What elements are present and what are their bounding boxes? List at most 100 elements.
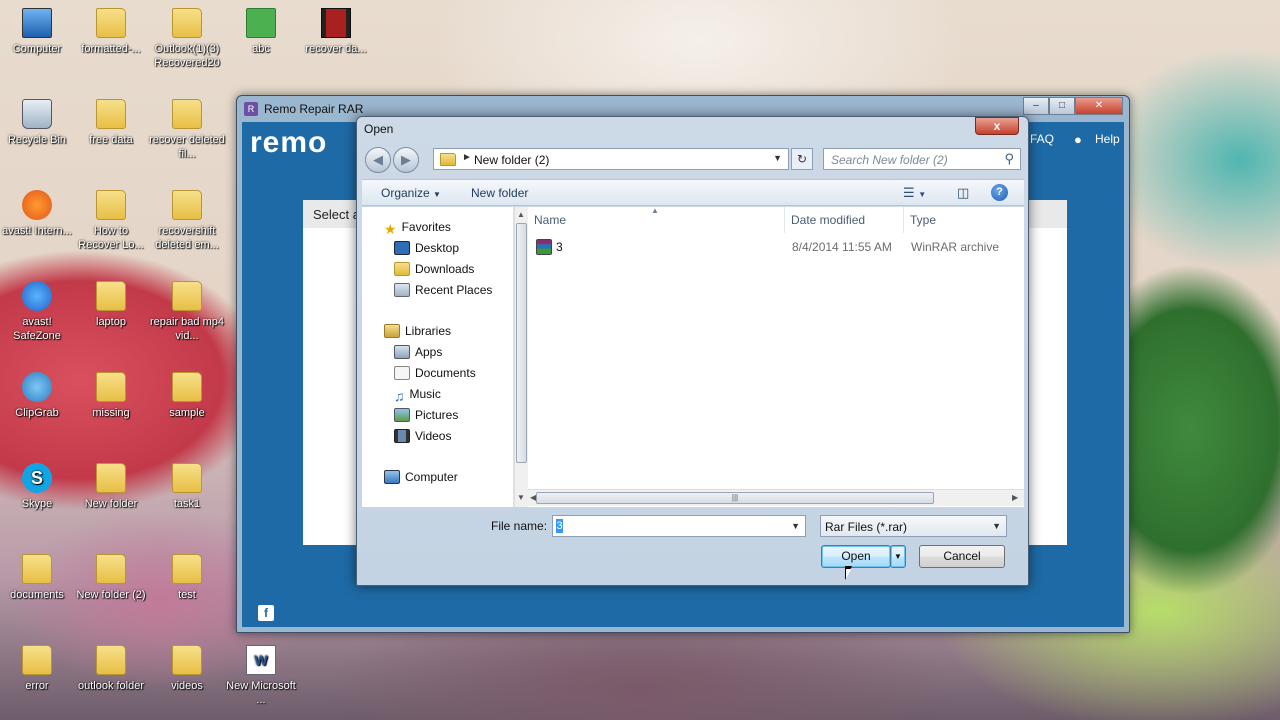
desktop-icon-archive[interactable]: test <box>148 554 226 602</box>
desktop-icon-archive[interactable]: recovershift deleted em... <box>148 190 226 252</box>
zip-folder-icon <box>172 281 202 311</box>
desktop-icon-label: recover da... <box>305 43 367 55</box>
desktop-icon-archive[interactable]: repair bad mp4 vid... <box>148 281 226 343</box>
scroll-down-icon[interactable]: ▼ <box>517 493 525 502</box>
nav-computer[interactable]: Computer <box>384 468 458 486</box>
nav-downloads[interactable]: Downloads <box>394 260 474 278</box>
dialog-title: Open <box>364 122 394 136</box>
desktop-icon-folder[interactable]: formatted-... <box>72 8 150 56</box>
nav-pane-scrollbar[interactable]: ▲ ▼ <box>514 207 528 507</box>
desktop-icon-folder[interactable]: error <box>0 645 76 693</box>
minimize-button[interactable]: – <box>1023 97 1049 115</box>
folder-icon <box>96 554 126 584</box>
nav-documents[interactable]: Documents <box>394 364 476 382</box>
chevron-down-icon[interactable]: ▼ <box>791 521 800 531</box>
desktop-icon-folder[interactable]: missing <box>72 372 150 420</box>
table-row[interactable]: 3 8/4/2014 11:55 AM WinRAR archive <box>528 237 1022 259</box>
column-header-date-modified[interactable]: Date modified <box>785 207 904 233</box>
desktop-icon-avast[interactable]: avast! Intern... <box>0 190 76 238</box>
search-input[interactable]: Search New folder (2) ⚲ <box>823 148 1021 170</box>
desktop-icon-clipgrab[interactable]: ClipGrab <box>0 372 76 420</box>
desktop-icon-archive[interactable]: recover deleted fil... <box>148 99 226 161</box>
view-options-icon[interactable]: ☰ ▼ <box>903 185 926 201</box>
desktop-icon-label: abc <box>252 43 270 55</box>
breadcrumb-arrow-icon[interactable]: ► <box>462 152 472 163</box>
preview-pane-icon[interactable]: ◫ <box>957 185 969 201</box>
desktop-icon-label: formatted-... <box>81 43 141 55</box>
desktop-icon-skype[interactable]: S Skype <box>0 463 76 511</box>
scroll-thumb[interactable]: ||| <box>536 492 934 504</box>
nav-recent-places[interactable]: Recent Places <box>394 281 492 299</box>
desktop-icon-file[interactable]: abc <box>222 8 300 56</box>
desktop-icon-archive[interactable]: sample <box>148 372 226 420</box>
nav-label: Libraries <box>405 324 452 338</box>
faq-link[interactable]: FAQ <box>1030 132 1054 146</box>
organize-button[interactable]: Organize ▼ <box>381 186 441 200</box>
nav-desktop[interactable]: Desktop <box>394 239 459 257</box>
desktop-icon-archive[interactable]: task1 <box>148 463 226 511</box>
desktop-icon-label: repair bad mp4 vid... <box>150 316 224 342</box>
address-bar[interactable]: ► New folder (2) ▼ <box>433 148 789 170</box>
forward-button[interactable]: ▶ <box>393 147 419 173</box>
nav-apps[interactable]: Apps <box>394 343 442 361</box>
chevron-down-icon: ▼ <box>433 190 441 199</box>
breadcrumb-folder[interactable]: New folder (2) <box>474 153 549 167</box>
desktop-icon-archive[interactable]: videos <box>148 645 226 693</box>
desktop-icon-folder[interactable]: Outlook(1)(3) Recovered20 <box>148 8 226 70</box>
back-button[interactable]: ◀ <box>365 147 391 173</box>
desktop-icon-word-doc[interactable]: W New Microsoft ... <box>222 645 300 707</box>
desktop-icon-folder[interactable]: documents <box>0 554 76 602</box>
scroll-up-icon[interactable]: ▲ <box>517 210 525 219</box>
help-icon[interactable]: ? <box>991 184 1008 201</box>
file-list: Name ▲ Date modified Type 3 8/4/2014 11:… <box>528 206 1024 507</box>
cancel-button[interactable]: Cancel <box>919 545 1005 568</box>
desktop-icon-folder[interactable]: How to Recover Lo... <box>72 190 150 252</box>
help-link[interactable]: Help <box>1095 132 1120 146</box>
new-folder-button[interactable]: New folder <box>471 186 528 200</box>
winrar-archive-icon <box>536 239 552 255</box>
close-button[interactable]: ✕ <box>1075 97 1123 115</box>
maximize-button[interactable]: □ <box>1049 97 1075 115</box>
desktop-icon-label: documents <box>10 589 64 601</box>
folder-icon <box>22 645 52 675</box>
open-button-label: Open <box>841 549 871 563</box>
desktop-icon-folder[interactable]: New folder (2) <box>72 554 150 602</box>
libraries-icon <box>384 324 400 338</box>
folder-icon <box>172 8 202 38</box>
desktop-icon-video[interactable]: recover da... <box>297 8 375 56</box>
scroll-right-icon[interactable]: ▶ <box>1012 493 1018 502</box>
file-type-select[interactable]: Rar Files (*.rar) ▼ <box>820 515 1007 537</box>
file-name-field[interactable] <box>554 517 784 535</box>
column-header-type[interactable]: Type <box>904 207 1022 233</box>
open-split-arrow-button[interactable]: ▼ <box>890 545 906 568</box>
file-name-combobox[interactable]: 3 ▼ <box>552 515 806 537</box>
chevron-down-icon: ▼ <box>992 521 1001 531</box>
desktop-icon-folder[interactable]: outlook folder <box>72 645 150 693</box>
nav-libraries[interactable]: Libraries <box>384 322 451 340</box>
desktop-icon-recycle-bin[interactable]: Recycle Bin <box>0 99 76 147</box>
nav-music[interactable]: ♫ Music <box>394 385 441 404</box>
desktop-icon-label: How to Recover Lo... <box>78 225 144 251</box>
desktop-icon-folder[interactable]: New folder <box>72 463 150 511</box>
scroll-thumb[interactable] <box>516 223 527 463</box>
desktop-icon-label: avast! SafeZone <box>13 316 61 342</box>
desktop-icon-label: test <box>178 589 196 601</box>
refresh-button[interactable]: ↻ <box>791 148 813 170</box>
file-list-hscrollbar[interactable]: ◀ ||| ▶ <box>528 489 1024 506</box>
desktop-icon-folder[interactable]: free data <box>72 99 150 147</box>
facebook-icon[interactable]: f <box>258 605 274 621</box>
open-button[interactable]: Open <box>821 545 891 568</box>
search-icon[interactable]: ⚲ <box>1004 151 1014 167</box>
column-header-name[interactable]: Name ▲ <box>528 206 785 233</box>
desktop-icon-folder[interactable]: laptop <box>72 281 150 329</box>
nav-label: Apps <box>415 345 443 359</box>
dialog-close-button[interactable]: x <box>975 117 1019 135</box>
desktop-icon-avast-safezone[interactable]: avast! SafeZone <box>0 281 76 343</box>
file-date-modified: 8/4/2014 11:55 AM <box>792 240 892 254</box>
nav-videos[interactable]: Videos <box>394 427 451 445</box>
nav-favorites[interactable]: ★ Favorites <box>384 218 451 237</box>
user-icon[interactable]: ● <box>1074 132 1082 147</box>
chevron-down-icon[interactable]: ▼ <box>773 153 782 163</box>
nav-pictures[interactable]: Pictures <box>394 406 458 424</box>
desktop-icon-computer[interactable]: Computer <box>0 8 76 56</box>
